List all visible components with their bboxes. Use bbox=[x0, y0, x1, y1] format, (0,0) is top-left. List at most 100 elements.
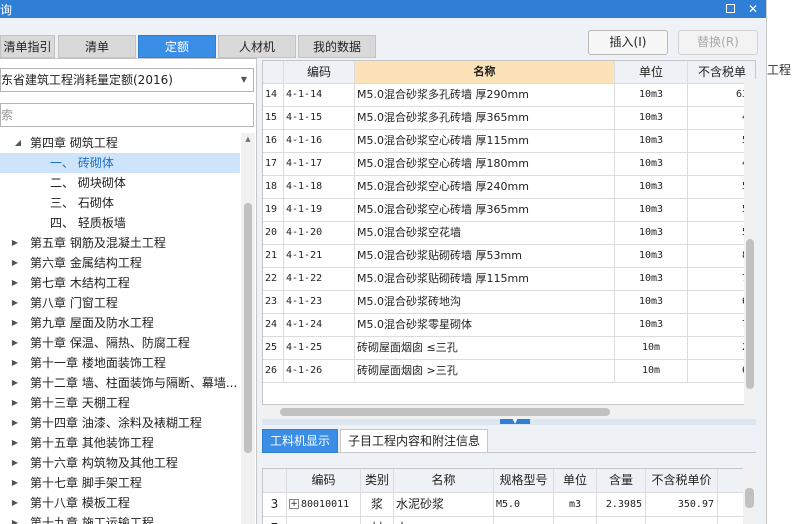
tree-chapter[interactable]: ▶ 第十章 保温、隔热、防腐工程 bbox=[0, 333, 240, 353]
background-panel: 工程 bbox=[766, 0, 811, 524]
resource-code: +80010011 bbox=[287, 493, 361, 516]
tree-chapter[interactable]: ▶ 第十七章 脚手架工程 bbox=[0, 473, 240, 493]
table-horizontal-scrollbar[interactable] bbox=[262, 406, 756, 418]
tree-chapter[interactable]: ▶ 第八章 门窗工程 bbox=[0, 293, 240, 313]
scrollbar-thumb[interactable] bbox=[244, 203, 252, 453]
tree-chapter[interactable]: ▶ 第七章 木结构工程 bbox=[0, 273, 240, 293]
header-price[interactable]: 不含税单价 bbox=[646, 469, 718, 492]
table-row[interactable]: 194-1-19M5.0混合砂浆空心砖墙 厚365mm10m350 bbox=[263, 199, 755, 222]
tree-label: 第九章 屋面及防水工程 bbox=[30, 316, 154, 330]
header-name[interactable]: 名称 bbox=[355, 61, 615, 83]
table-row[interactable]: 174-1-17M5.0混合砂浆空心砖墙 厚180mm10m346 bbox=[263, 153, 755, 176]
tree-section[interactable]: 一、 砖砌体 bbox=[0, 153, 240, 173]
caret-right-icon[interactable]: ▶ bbox=[9, 473, 21, 493]
maximize-icon[interactable] bbox=[722, 1, 738, 17]
tab-resource-display[interactable]: 工料机显示 bbox=[262, 429, 339, 453]
caret-right-icon[interactable]: ▶ bbox=[9, 373, 21, 393]
tree-chapter[interactable]: ▶ 第十六章 构筑物及其他工程 bbox=[0, 453, 240, 473]
caret-right-icon[interactable]: ▶ bbox=[9, 233, 21, 253]
quota-name: M5.0混合砂浆空心砖墙 厚180mm bbox=[355, 153, 615, 175]
header-type[interactable]: 类别 bbox=[361, 469, 394, 492]
tree-chapter[interactable]: ▶ 第六章 金属结构工程 bbox=[0, 253, 240, 273]
caret-down-icon[interactable]: ◢ bbox=[12, 133, 24, 153]
header-unit[interactable]: 单位 bbox=[615, 61, 688, 83]
table-row[interactable]: 144-1-14M5.0混合砂浆多孔砖墙 厚290mm10m3630 bbox=[263, 84, 755, 107]
tree-chapter[interactable]: ◢ 第四章 砌筑工程 bbox=[0, 133, 240, 153]
replace-button[interactable]: 替换(R) bbox=[678, 30, 758, 55]
resource-price: 6.36 bbox=[646, 517, 718, 524]
tree-label: 第十章 保温、隔热、防腐工程 bbox=[30, 336, 190, 350]
scrollbar-thumb[interactable] bbox=[746, 239, 754, 389]
caret-right-icon[interactable]: ▶ bbox=[9, 313, 21, 333]
tree-chapter[interactable]: ▶ 第十八章 模板工程 bbox=[0, 493, 240, 513]
tree-chapter[interactable]: ▶ 第十五章 其他装饰工程 bbox=[0, 433, 240, 453]
header-unit[interactable]: 单位 bbox=[554, 469, 597, 492]
tab-my-data[interactable]: 我的数据 bbox=[298, 35, 376, 58]
tree-section[interactable]: 二、 砌块砌体 bbox=[0, 173, 240, 193]
scroll-up-icon[interactable]: ▲ bbox=[241, 135, 255, 143]
table-row[interactable]: 234-1-23M5.0混合砂浆砖地沟10m360 bbox=[263, 291, 755, 314]
quota-unit: 10m3 bbox=[615, 222, 688, 244]
table-row[interactable]: 254-1-25砖砌屋面烟囱 ≤三孔10m28 bbox=[263, 337, 755, 360]
caret-right-icon[interactable]: ▶ bbox=[9, 413, 21, 433]
caret-right-icon[interactable]: ▶ bbox=[9, 293, 21, 313]
tree-label: 第十六章 构筑物及其他工程 bbox=[30, 456, 178, 470]
caret-right-icon[interactable]: ▶ bbox=[9, 273, 21, 293]
quota-unit: 10m3 bbox=[615, 176, 688, 198]
resource-price: 350.97 bbox=[646, 493, 718, 516]
tree-label: 四、 轻质板墙 bbox=[50, 216, 126, 230]
caret-right-icon[interactable]: ▶ bbox=[9, 433, 21, 453]
tree-chapter[interactable]: ▶ 第十一章 楼地面装饰工程 bbox=[0, 353, 240, 373]
collapse-icon[interactable]: ▼ bbox=[500, 419, 530, 425]
search-input[interactable] bbox=[0, 103, 254, 127]
caret-right-icon[interactable]: ▶ bbox=[9, 453, 21, 473]
tab-subitem-notes[interactable]: 子目工程内容和附注信息 bbox=[340, 429, 489, 453]
tree-chapter[interactable]: ▶ 第五章 钢筋及混凝土工程 bbox=[0, 233, 240, 253]
tree-scrollbar[interactable]: ▲ bbox=[241, 133, 255, 524]
tree-section[interactable]: 四、 轻质板墙 bbox=[0, 213, 240, 233]
tab-quota[interactable]: 定额 bbox=[138, 35, 216, 58]
caret-right-icon[interactable]: ▶ bbox=[9, 493, 21, 513]
tree-chapter[interactable]: ▶ 第十九章 施工运输工程 bbox=[0, 513, 240, 524]
header-quantity[interactable]: 含量 bbox=[597, 469, 646, 492]
tree-chapter[interactable]: ▶ 第十四章 油漆、涂料及裱糊工程 bbox=[0, 413, 240, 433]
tree-chapter[interactable]: ▶ 第九章 屋面及防水工程 bbox=[0, 313, 240, 333]
table-row[interactable]: 204-1-20M5.0混合砂浆空花墙10m350 bbox=[263, 222, 755, 245]
table-row[interactable]: 164-1-16M5.0混合砂浆空心砖墙 厚115mm10m356 bbox=[263, 130, 755, 153]
quota-standard-select[interactable]: 东省建筑工程消耗量定额(2016) ▼ bbox=[0, 68, 254, 92]
expand-icon[interactable]: + bbox=[289, 499, 299, 509]
scrollbar-thumb[interactable] bbox=[745, 488, 754, 508]
panel-splitter[interactable]: ▼ bbox=[262, 419, 756, 425]
scrollbar-thumb[interactable] bbox=[280, 408, 610, 416]
caret-right-icon[interactable]: ▶ bbox=[9, 353, 21, 373]
tab-bill[interactable]: 清单 bbox=[58, 35, 136, 58]
header-spec[interactable]: 规格型号 bbox=[494, 469, 554, 492]
tree-chapter[interactable]: ▶ 第十三章 天棚工程 bbox=[0, 393, 240, 413]
caret-right-icon[interactable]: ▶ bbox=[9, 393, 21, 413]
caret-right-icon[interactable]: ▶ bbox=[9, 513, 21, 524]
close-icon[interactable]: ✕ bbox=[745, 1, 761, 17]
tree-label: 第十四章 油漆、涂料及裱糊工程 bbox=[30, 416, 202, 430]
header-code[interactable]: 编码 bbox=[284, 61, 355, 83]
resource-code: 34110003 bbox=[287, 517, 361, 524]
header-name[interactable]: 名称 bbox=[394, 469, 494, 492]
table-row[interactable]: 244-1-24M5.0混合砂浆零星砌体10m372 bbox=[263, 314, 755, 337]
header-code[interactable]: 编码 bbox=[287, 469, 361, 492]
table-row[interactable]: 154-1-15M5.0混合砂浆多孔砖墙 厚365mm10m349 bbox=[263, 107, 755, 130]
tree-chapter[interactable]: ▶ 第十二章 墙、柱面装饰与隔断、幕墙... bbox=[0, 373, 240, 393]
tree-section[interactable]: 三、 石砌体 bbox=[0, 193, 240, 213]
tab-bill-guide[interactable]: 清单指引 bbox=[0, 35, 55, 58]
tab-labor-material-machine[interactable]: 人材机 bbox=[218, 35, 296, 58]
table-row[interactable]: 214-1-21M5.0混合砂浆贴砌砖墙 厚53mm10m383 bbox=[263, 245, 755, 268]
table-vertical-scrollbar[interactable] bbox=[744, 79, 756, 405]
table-row[interactable]: 3 +80010011 浆水泥砂浆 M5.0 m3 2.3985 350.97 bbox=[263, 493, 755, 517]
table-row[interactable]: 184-1-18M5.0混合砂浆空心砖墙 厚240mm10m352 bbox=[263, 176, 755, 199]
caret-right-icon[interactable]: ▶ bbox=[9, 253, 21, 273]
table-row[interactable]: 264-1-26砖砌屋面烟囱 >三孔10m62 bbox=[263, 360, 755, 383]
caret-right-icon[interactable]: ▶ bbox=[9, 333, 21, 353]
resource-table: 编码 类别 名称 规格型号 单位 含量 不含税单价 3 +80010011 浆水泥砂… bbox=[262, 468, 756, 524]
resource-table-scrollbar[interactable] bbox=[743, 468, 756, 524]
table-row[interactable]: 224-1-22M5.0混合砂浆贴砌砖墙 厚115mm10m375 bbox=[263, 268, 755, 291]
table-row[interactable]: 734110003材水 m31.06066.36 bbox=[263, 517, 755, 524]
insert-button[interactable]: 插入(I) bbox=[588, 30, 668, 55]
